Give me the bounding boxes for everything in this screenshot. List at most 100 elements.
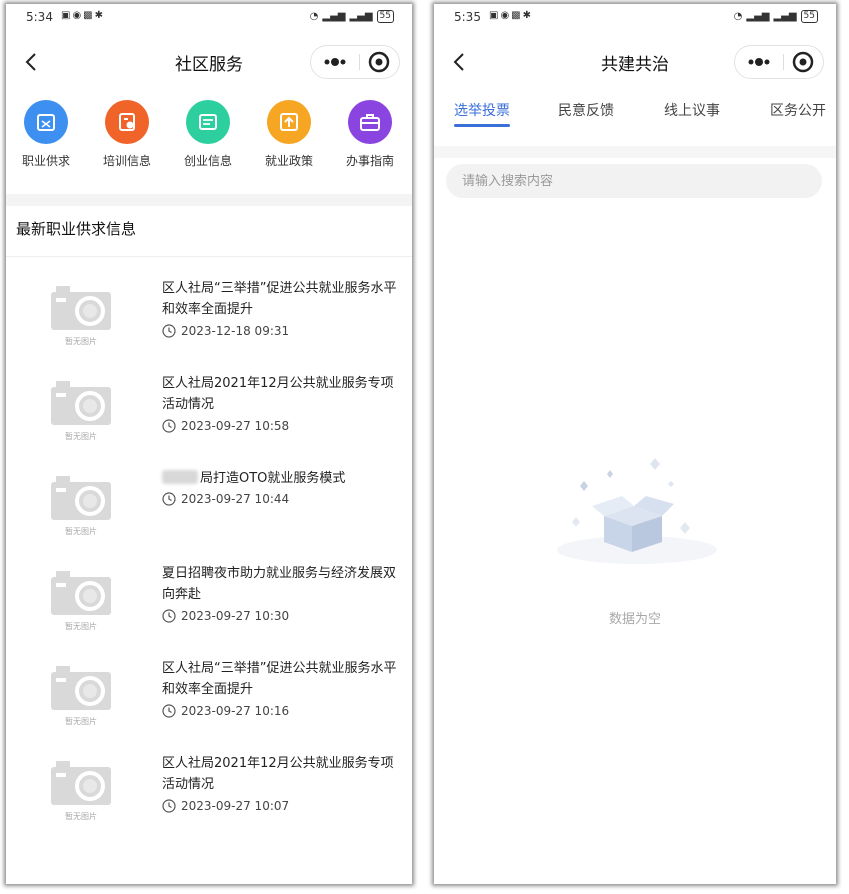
no-image-placeholder: 暂无图片 — [50, 759, 112, 823]
toolbox-icon — [348, 100, 392, 144]
empty-state-text: 数据为空 — [608, 612, 661, 627]
no-image-placeholder: 暂无图片 — [50, 379, 112, 443]
more-button[interactable] — [311, 46, 359, 78]
tab-public-feedback[interactable]: 民意反馈 — [558, 100, 614, 120]
service-item-training[interactable]: 培训信息 — [87, 100, 167, 169]
more-dots-icon — [748, 58, 770, 66]
no-image-placeholder: 暂无图片 — [50, 474, 112, 538]
service-grid: 职业供求 培训信息 创业信息 就业政策 办事指南 — [6, 100, 412, 190]
clock-icon — [162, 324, 176, 338]
more-dots-icon — [324, 58, 346, 66]
news-timestamp: 2023-09-27 10:07 — [181, 799, 290, 813]
thumb-caption: 暂无图片 — [65, 432, 97, 441]
mini-program-capsule — [734, 45, 824, 79]
service-label: 办事指南 — [345, 154, 394, 168]
tab-district-affairs[interactable]: 区务公开 — [770, 100, 826, 120]
service-label: 创业信息 — [183, 154, 232, 168]
list-item[interactable]: 暂无图片 区人社局“三举措”促进公共就业服务水平和效率全面提升 2023-12-… — [6, 270, 412, 365]
news-title: 区人社局2021年12月公共就业服务专项活动情况 — [162, 376, 394, 412]
list-item[interactable]: 暂无图片 局打造OTO就业服务模式 2023-09-27 10:44 — [6, 460, 412, 555]
signal-icon: ▂▄▆ — [349, 11, 373, 22]
document-icon — [186, 100, 230, 144]
service-label: 职业供求 — [21, 154, 70, 168]
thumb-caption: 暂无图片 — [65, 717, 97, 726]
service-item-employment-policy[interactable]: 就业政策 — [249, 100, 329, 169]
service-label: 培训信息 — [102, 154, 151, 168]
list-item[interactable]: 暂无图片 区人社局“三举措”促进公共就业服务水平和效率全面提升 2023-09-… — [6, 650, 412, 745]
news-time: 2023-09-27 10:44 — [162, 492, 289, 506]
thumb-caption: 暂无图片 — [65, 527, 97, 536]
divider — [6, 256, 412, 257]
status-time: 5:35 — [454, 10, 481, 24]
camera-icon — [51, 666, 111, 710]
news-time: 2023-09-27 10:30 — [162, 609, 289, 623]
thumb-caption: 暂无图片 — [65, 812, 97, 821]
more-button[interactable] — [735, 46, 783, 78]
news-time: 2023-09-27 10:58 — [162, 419, 289, 433]
mini-program-capsule — [310, 45, 400, 79]
tab-voting[interactable]: 选举投票 — [454, 100, 510, 120]
news-timestamp: 2023-09-27 10:30 — [181, 609, 290, 623]
news-timestamp: 2023-12-18 09:31 — [181, 324, 290, 338]
section-divider — [434, 146, 836, 158]
camera-icon — [51, 571, 111, 615]
list-item[interactable]: 暂无图片 夏日招聘夜市助力就业服务与经济发展双向奔赴 2023-09-27 10… — [6, 555, 412, 650]
status-bar: 5:34 ▣◉▩✱ ◔ ▂▄▆ ▂▄▆ 55 — [6, 4, 412, 30]
briefcase-icon — [24, 100, 68, 144]
upload-icon — [267, 100, 311, 144]
empty-box-icon — [557, 458, 717, 564]
camera-icon — [51, 381, 111, 425]
clock-icon — [162, 492, 176, 506]
service-item-job-supply[interactable]: 职业供求 — [6, 100, 86, 169]
service-label: 就业政策 — [264, 154, 313, 168]
news-time: 2023-09-27 10:07 — [162, 799, 289, 813]
signal-icon: ▂▄▆ — [746, 11, 770, 22]
news-time: 2023-09-27 10:16 — [162, 704, 289, 718]
status-right: ◔ ▂▄▆ ▂▄▆ 55 — [310, 10, 394, 23]
tab-bar: 选举投票 民意反馈 线上议事 区务公开 — [434, 100, 836, 134]
signal-icon: ▂▄▆ — [322, 11, 346, 22]
clock-icon — [162, 419, 176, 433]
navigation-bar: 共建共治 — [434, 40, 836, 84]
news-title: 区人社局2021年12月公共就业服务专项活动情况 — [162, 756, 394, 792]
no-image-placeholder: 暂无图片 — [50, 664, 112, 728]
close-mini-program-button[interactable] — [360, 46, 399, 78]
camera-icon — [51, 761, 111, 805]
search-input[interactable] — [446, 164, 822, 198]
navigation-bar: 社区服务 — [6, 40, 412, 84]
news-title-text: 局打造OTO就业服务模式 — [200, 471, 346, 486]
news-time: 2023-12-18 09:31 — [162, 324, 289, 338]
tab-online-discussion[interactable]: 线上议事 — [664, 100, 720, 120]
wifi-icon: ◔ — [733, 11, 743, 22]
clock-icon — [162, 609, 176, 623]
list-item[interactable]: 暂无图片 区人社局2021年12月公共就业服务专项活动情况 2023-09-27… — [6, 365, 412, 460]
status-bar: 5:35 ▣◉▩✱ ◔ ▂▄▆ ▂▄▆ 55 — [434, 4, 836, 30]
status-time: 5:34 — [26, 10, 53, 24]
clock-icon — [162, 799, 176, 813]
target-circle-icon — [368, 51, 390, 73]
battery-icon: 55 — [800, 10, 818, 23]
redacted-text — [162, 470, 198, 484]
notification-icons: ▣◉▩✱ — [61, 10, 106, 21]
list-item[interactable]: 暂无图片 区人社局2021年12月公共就业服务专项活动情况 2023-09-27… — [6, 745, 412, 840]
battery-icon: 55 — [376, 10, 394, 23]
notification-icons: ▣◉▩✱ — [489, 10, 534, 21]
active-tab-indicator — [454, 124, 510, 127]
news-title: 区人社局“三举措”促进公共就业服务水平和效率全面提升 — [162, 281, 397, 317]
close-mini-program-button[interactable] — [784, 46, 823, 78]
wifi-icon: ◔ — [309, 11, 319, 22]
camera-icon — [51, 476, 111, 520]
service-item-guide[interactable]: 办事指南 — [330, 100, 410, 169]
thumb-caption: 暂无图片 — [65, 622, 97, 631]
news-timestamp: 2023-09-27 10:58 — [181, 419, 290, 433]
section-title: 最新职业供求信息 — [16, 220, 137, 238]
section-divider — [6, 194, 412, 206]
empty-state-illustration — [552, 454, 722, 574]
news-title: 区人社局“三举措”促进公共就业服务水平和效率全面提升 — [162, 661, 397, 697]
left-screen: 5:34 ▣◉▩✱ ◔ ▂▄▆ ▂▄▆ 55 社区服务 职业供求 培训信息 创业… — [6, 4, 412, 884]
news-title: 夏日招聘夜市助力就业服务与经济发展双向奔赴 — [162, 566, 397, 602]
service-item-startup[interactable]: 创业信息 — [168, 100, 248, 169]
right-screen: 5:35 ▣◉▩✱ ◔ ▂▄▆ ▂▄▆ 55 共建共治 选举投票 民意反馈 线上… — [434, 4, 836, 884]
no-image-placeholder: 暂无图片 — [50, 284, 112, 348]
news-timestamp: 2023-09-27 10:44 — [181, 492, 290, 506]
